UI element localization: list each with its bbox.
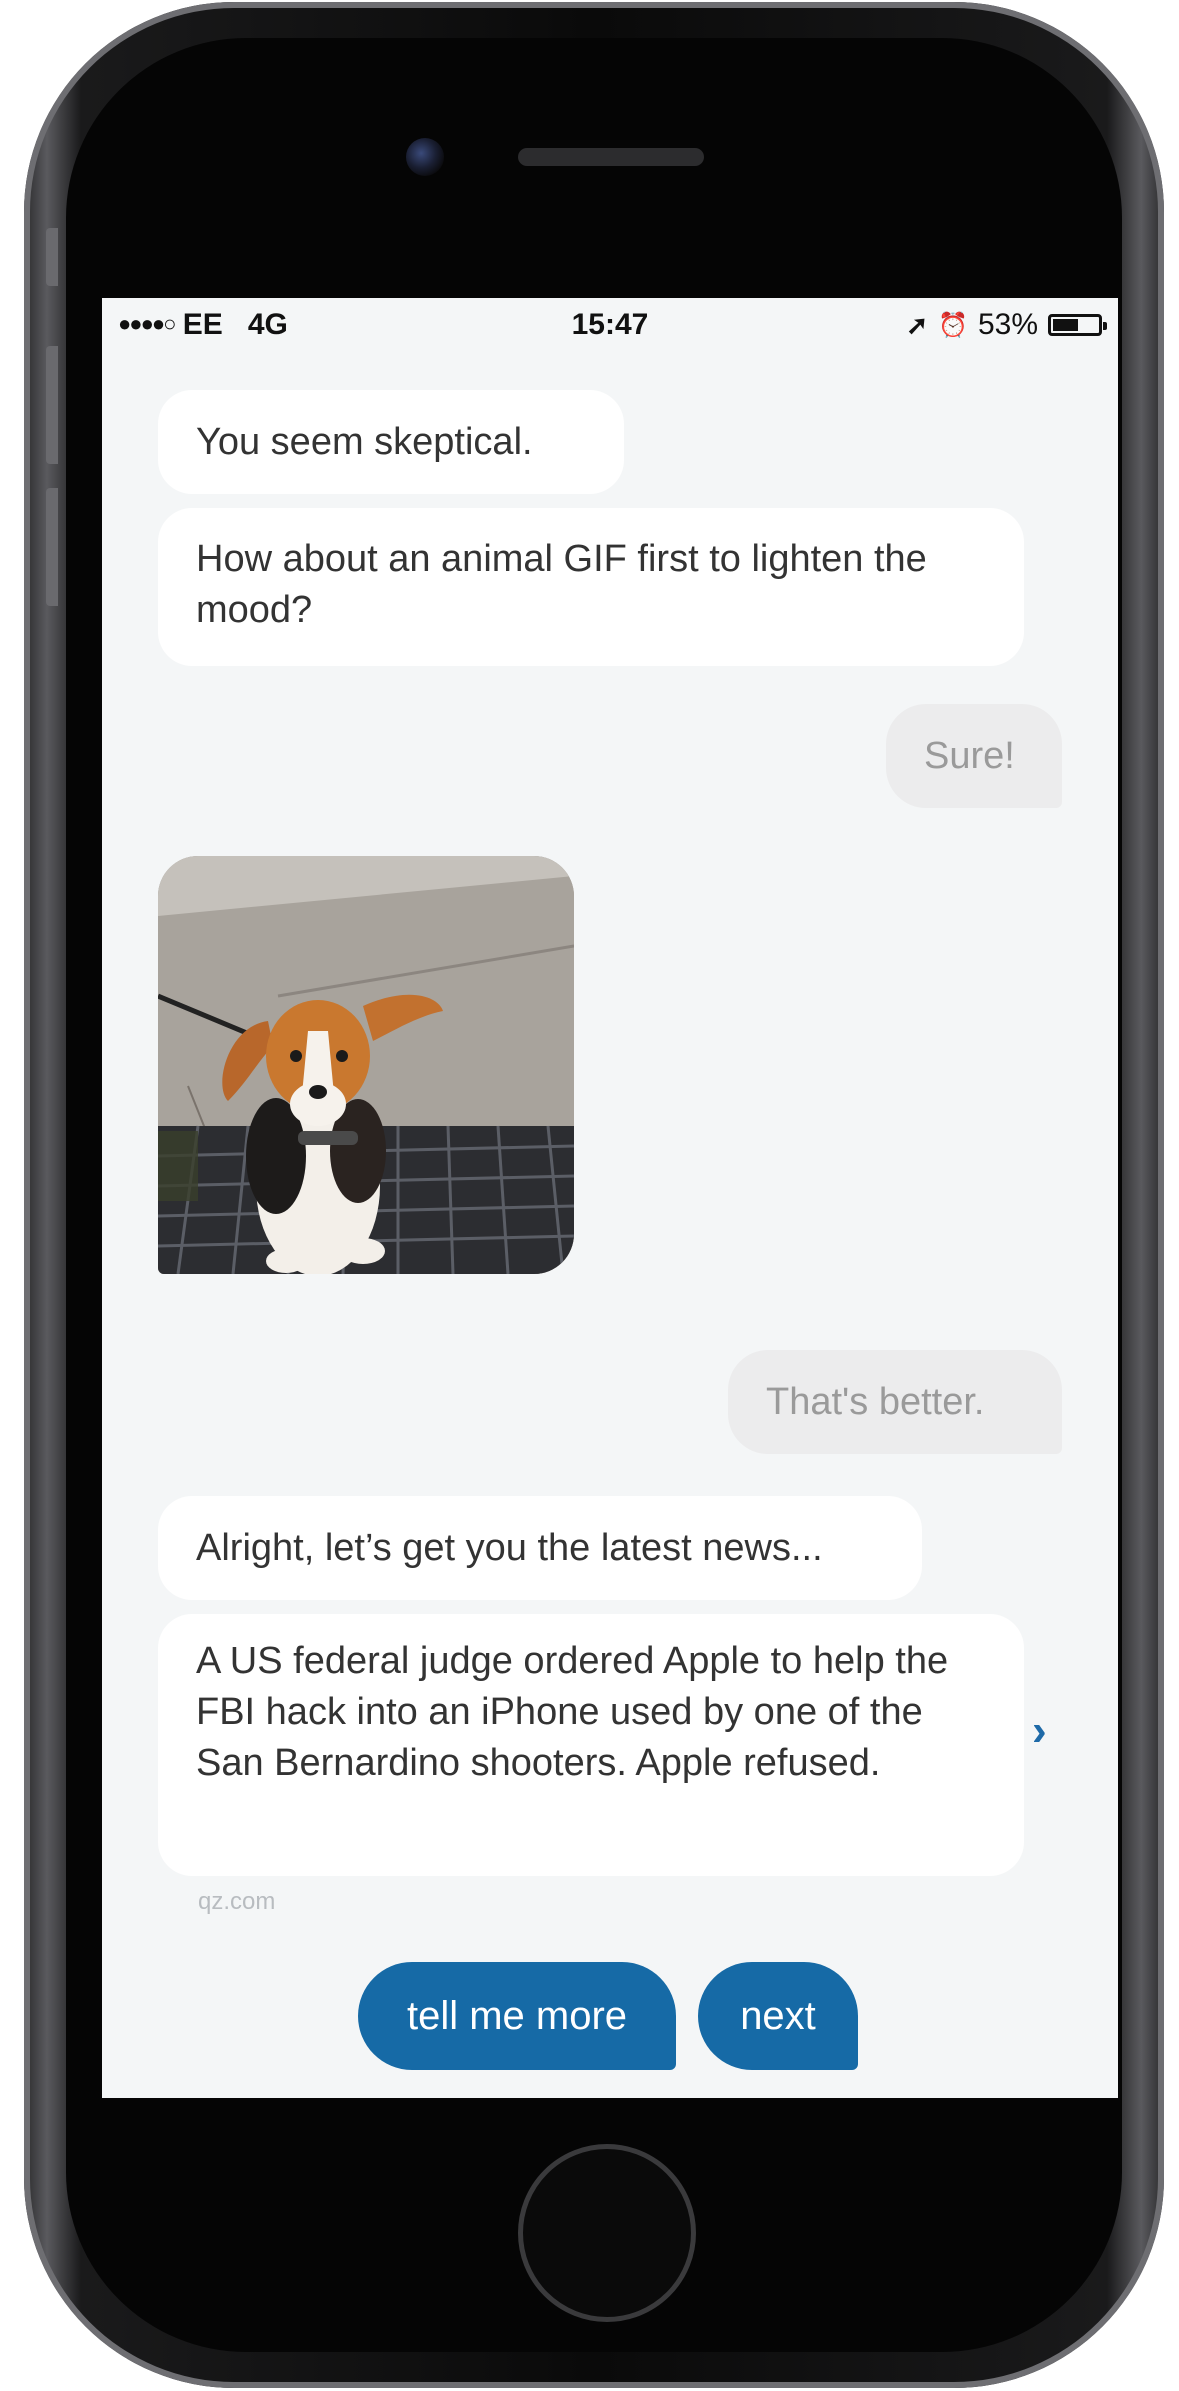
source-link[interactable]: qz.com	[198, 1888, 275, 1916]
news-card[interactable]: A US federal judge ordered Apple to help…	[158, 1614, 1024, 1876]
user-message: Sure!	[886, 704, 1062, 808]
bot-message: You seem skeptical.	[158, 390, 624, 494]
bot-message: Alright, let’s get you the latest news..…	[158, 1496, 922, 1600]
chat-screen: ●●●●○ EE 4G 15:47 ➚ ⏰ 53% You seem skept…	[102, 298, 1118, 2098]
volume-down-button	[46, 488, 58, 606]
next-button[interactable]: next	[698, 1962, 858, 2070]
mute-switch	[46, 228, 58, 286]
chevron-right-icon[interactable]: ›	[1032, 1706, 1047, 1756]
alarm-icon: ⏰	[938, 311, 968, 339]
bot-message: How about an animal GIF first to lighten…	[158, 508, 1024, 666]
beagle-gif[interactable]	[158, 856, 574, 1274]
home-button[interactable]	[518, 2144, 696, 2322]
location-icon: ➚	[906, 309, 929, 340]
tell-me-more-button[interactable]: tell me more	[358, 1962, 676, 2070]
battery-percent: 53%	[977, 308, 1038, 341]
user-message: That's better.	[728, 1350, 1062, 1454]
earpiece-speaker	[518, 148, 704, 166]
front-camera	[406, 138, 444, 176]
dog-image	[158, 856, 574, 1274]
status-right: ➚ ⏰ 53%	[906, 308, 1107, 342]
volume-up-button	[46, 346, 58, 464]
status-bar: ●●●●○ EE 4G 15:47 ➚ ⏰ 53%	[102, 298, 1118, 350]
battery-icon	[1048, 314, 1107, 336]
